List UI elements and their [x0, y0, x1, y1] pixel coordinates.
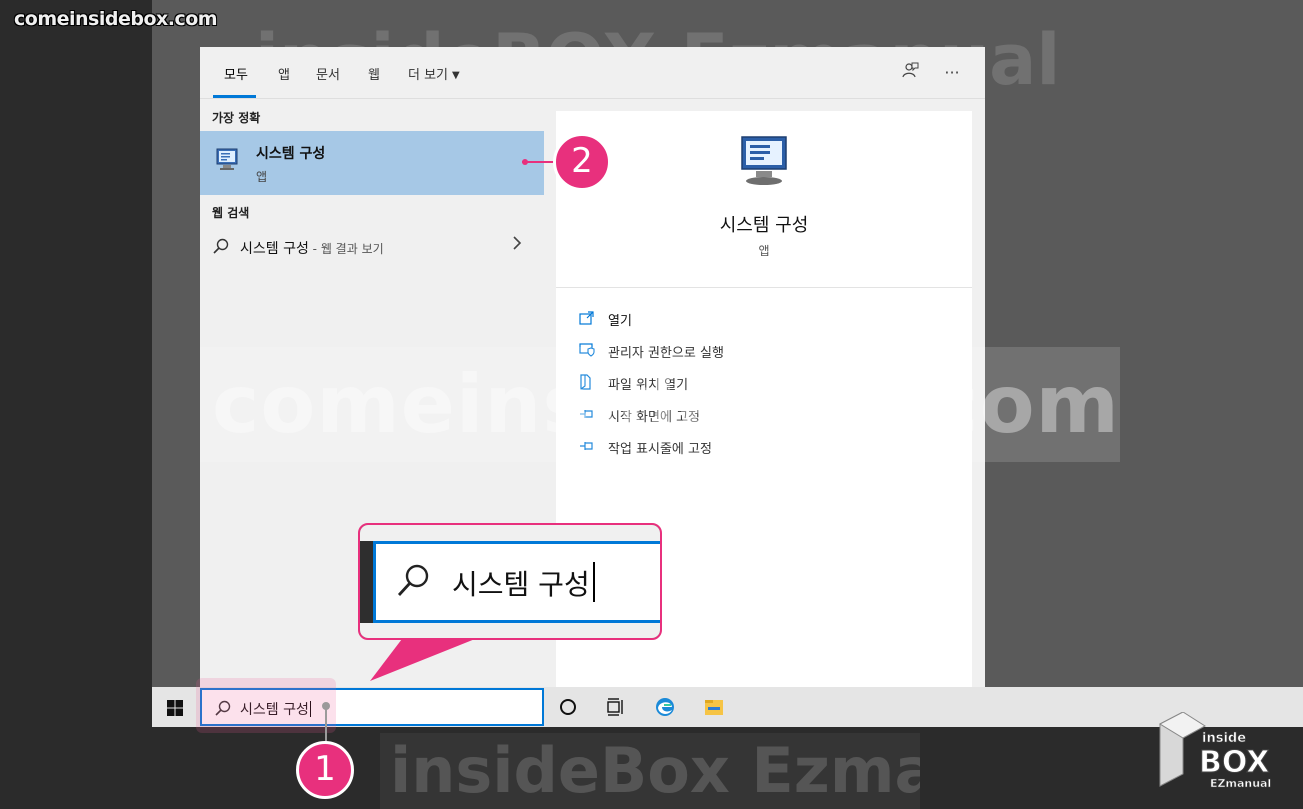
system-config-icon — [216, 148, 238, 170]
more-options-icon[interactable]: ··· — [940, 61, 964, 85]
best-match-title: 시스템 구성 — [256, 146, 326, 162]
zoom-bottom-bar — [360, 623, 660, 638]
badge-one-connector — [322, 702, 330, 745]
chevron-down-icon: ▼ — [452, 70, 460, 81]
open-icon — [579, 311, 594, 325]
best-match-subtitle: 앱 — [256, 170, 268, 184]
tab-more-label: 더 보기 — [408, 68, 449, 83]
search-icon — [397, 564, 429, 596]
detail-subtitle: 앱 — [758, 244, 770, 258]
watermark-bottom: insideBox Ezmanual — [380, 733, 920, 809]
task-view-icon[interactable] — [605, 696, 627, 718]
insidebox-logo: inside BOX EZmanual — [1158, 712, 1271, 790]
step-badge-one: 1 — [296, 741, 354, 799]
text-cursor — [592, 562, 595, 602]
best-match-item[interactable]: 시스템 구성 앱 — [200, 131, 544, 195]
search-highlight — [196, 678, 336, 733]
chevron-right-icon[interactable] — [512, 235, 522, 255]
search-tab-bar: 모두 앱 문서 웹 더 보기 ▼ ··· — [200, 47, 985, 99]
desktop-left-area — [0, 0, 152, 809]
windows-start-icon[interactable] — [166, 699, 184, 717]
zoom-search-value: 시스템 구성 — [452, 562, 595, 603]
active-tab-indicator — [213, 95, 256, 98]
zoom-search-box: 시스템 구성 — [373, 541, 660, 623]
zoom-search-text: 시스템 구성 — [452, 568, 590, 601]
action-open[interactable]: 열기 — [578, 307, 958, 331]
web-search-item[interactable]: 시스템 구성 - 웹 결과 보기 — [200, 231, 544, 263]
zoom-callout: 시스템 구성 — [358, 523, 662, 640]
tab-more[interactable]: 더 보기 ▼ — [408, 64, 460, 83]
divider — [556, 287, 972, 288]
detail-title: 시스템 구성 — [719, 215, 809, 236]
logo-line-2: BOX — [1199, 745, 1269, 780]
site-label: comeinsidebox.com — [14, 8, 218, 30]
cortana-icon[interactable] — [557, 696, 579, 718]
web-search-header: 웹 검색 — [212, 206, 250, 220]
feedback-icon[interactable] — [898, 61, 922, 85]
tab-all[interactable]: 모두 — [224, 64, 248, 83]
web-search-suffix: - 웹 결과 보기 — [308, 242, 384, 256]
callout-pointer — [370, 635, 485, 681]
tab-documents[interactable]: 문서 — [316, 64, 340, 83]
system-config-large-icon — [741, 136, 787, 185]
web-search-text: 시스템 구성 - 웹 결과 보기 — [240, 238, 384, 258]
watermark-middle: comeinsidebox.com — [200, 347, 1120, 462]
logo-line-3: EZmanual — [1210, 777, 1271, 790]
logo-line-1: inside — [1202, 731, 1246, 746]
best-match-header: 가장 정확 — [212, 111, 261, 125]
edge-browser-icon[interactable] — [654, 696, 676, 718]
tab-apps[interactable]: 앱 — [278, 64, 290, 83]
step-badge-two: 2 — [553, 133, 611, 191]
web-search-query: 시스템 구성 — [240, 241, 309, 257]
zoom-top-bar — [360, 525, 660, 541]
file-explorer-icon[interactable] — [703, 696, 725, 718]
action-open-label: 열기 — [608, 314, 632, 329]
tab-web[interactable]: 웹 — [368, 64, 380, 83]
search-icon — [213, 238, 229, 254]
